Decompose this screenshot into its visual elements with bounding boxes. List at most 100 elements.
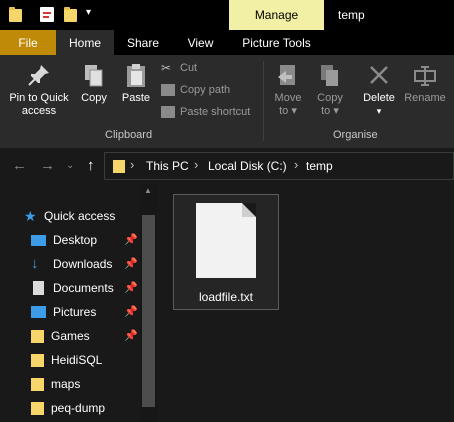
breadcrumb-chevron-icon[interactable]: › bbox=[194, 157, 198, 172]
nav-item-label: HeidiSQL bbox=[51, 353, 103, 367]
pin-icon[interactable]: 📌 bbox=[124, 281, 138, 294]
tab-home[interactable]: Home bbox=[56, 30, 114, 55]
delete-x-icon bbox=[367, 63, 391, 89]
paste-shortcut-label: Paste shortcut bbox=[180, 106, 251, 118]
rename-label: Rename bbox=[404, 92, 446, 104]
cut-button[interactable]: ✂ Cut bbox=[161, 62, 197, 74]
move-to-icon bbox=[276, 63, 300, 89]
folder-icon bbox=[31, 329, 44, 343]
folder-icon bbox=[31, 377, 44, 391]
move-to-label-2: to ▾ bbox=[279, 105, 297, 117]
copy-path-icon bbox=[161, 84, 175, 96]
breadcrumb-chevron-icon[interactable]: › bbox=[294, 157, 298, 172]
up-arrow-icon[interactable]: ↑ bbox=[87, 157, 95, 174]
copy-to-to: to bbox=[321, 105, 331, 117]
copy-icon bbox=[82, 63, 106, 89]
title-bar: ▾ Manage temp bbox=[0, 0, 454, 30]
nav-item-pictures[interactable]: Pictures bbox=[31, 302, 96, 322]
copy-to-button[interactable]: Copy to ▾ bbox=[312, 63, 348, 118]
breadcrumb-this-pc[interactable]: This PC bbox=[146, 159, 189, 173]
scroll-up-arrow-icon[interactable]: ▲ bbox=[144, 186, 152, 195]
address-folder-icon bbox=[113, 160, 125, 173]
nav-item-heidisql[interactable]: HeidiSQL bbox=[31, 350, 102, 370]
organise-group-label: Organise bbox=[333, 129, 378, 141]
nav-item-label: Documents bbox=[53, 281, 114, 295]
nav-item-label: Quick access bbox=[44, 209, 116, 223]
scrollbar-thumb[interactable] bbox=[142, 215, 155, 407]
nav-item-documents[interactable]: Documents bbox=[31, 278, 114, 298]
nav-item-label: peq-dump bbox=[51, 401, 106, 415]
paste-shortcut-icon bbox=[161, 106, 175, 118]
pin-label-line1: Pin to Quick bbox=[9, 92, 69, 104]
tab-picture-tools[interactable]: Picture Tools bbox=[229, 30, 324, 55]
scissors-icon: ✂ bbox=[161, 61, 172, 75]
properties-icon[interactable] bbox=[40, 7, 54, 22]
copy-path-button[interactable]: Copy path bbox=[161, 84, 230, 96]
nav-item-label: Desktop bbox=[53, 233, 98, 247]
tab-share[interactable]: Share bbox=[114, 30, 172, 55]
documents-icon bbox=[33, 281, 44, 295]
nav-item-desktop[interactable]: Desktop bbox=[31, 230, 97, 250]
rename-icon bbox=[413, 63, 437, 89]
file-name-label: loadfile.txt bbox=[198, 290, 254, 304]
back-arrow-icon[interactable]: ← bbox=[12, 157, 27, 174]
delete-label: Delete bbox=[363, 92, 395, 104]
move-to-to: to bbox=[279, 105, 289, 117]
folder-icon bbox=[31, 353, 44, 367]
nav-item-label: Games bbox=[51, 329, 90, 343]
copy-to-icon bbox=[318, 63, 342, 89]
pin-icon[interactable]: 📌 bbox=[124, 329, 138, 342]
pin-icon bbox=[27, 63, 51, 89]
delete-dropdown-icon[interactable]: ▾ bbox=[377, 105, 382, 118]
pin-icon[interactable]: 📌 bbox=[124, 305, 138, 318]
star-icon: ★ bbox=[24, 208, 37, 224]
copy-path-label: Copy path bbox=[180, 84, 231, 96]
forward-arrow-icon[interactable]: → bbox=[40, 157, 55, 174]
ribbon-tabs: File Home Share View Picture Tools bbox=[0, 30, 454, 55]
nav-item-downloads[interactable]: ↓ Downloads bbox=[31, 254, 112, 274]
pin-icon[interactable]: 📌 bbox=[124, 233, 138, 246]
text-document-icon bbox=[196, 203, 256, 278]
window-title: temp bbox=[338, 8, 365, 22]
nav-item-label: maps bbox=[51, 377, 81, 391]
recent-locations-chevron-icon[interactable]: ⌄ bbox=[66, 160, 74, 171]
tab-view[interactable]: View bbox=[172, 30, 229, 55]
paste-shortcut-button[interactable]: Paste shortcut bbox=[161, 106, 250, 118]
manage-contextual-tab[interactable]: Manage bbox=[229, 0, 324, 30]
move-to-label: Move bbox=[274, 92, 302, 104]
quick-access-toolbar-dropdown-icon[interactable]: ▾ bbox=[86, 7, 91, 18]
ribbon: Pin to Quick access Copy Paste ✂ Cut Cop… bbox=[0, 55, 454, 148]
paste-label: Paste bbox=[121, 92, 151, 104]
copy-to-label: Copy bbox=[317, 92, 343, 104]
pin-label-line2: access bbox=[21, 105, 57, 117]
breadcrumb-chevron-icon[interactable]: › bbox=[130, 157, 134, 172]
ribbon-group-divider bbox=[263, 61, 264, 141]
document-fold bbox=[242, 203, 256, 217]
address-row: ← → ⌄ ↑ › This PC › Local Disk (C:) › te… bbox=[0, 148, 454, 184]
tab-file[interactable]: File bbox=[0, 30, 56, 55]
breadcrumb-local-disk[interactable]: Local Disk (C:) bbox=[208, 159, 287, 173]
paste-button[interactable]: Paste bbox=[118, 63, 154, 105]
new-folder-icon[interactable] bbox=[64, 7, 77, 22]
folder-icon bbox=[31, 401, 44, 415]
cut-label: Cut bbox=[180, 62, 198, 74]
nav-item-games[interactable]: Games bbox=[31, 326, 90, 346]
pin-icon[interactable]: 📌 bbox=[124, 257, 138, 270]
rename-button[interactable]: Rename bbox=[403, 63, 447, 105]
copy-label: Copy bbox=[81, 92, 107, 104]
clipboard-group-label: Clipboard bbox=[105, 129, 153, 141]
folder-icon[interactable] bbox=[9, 7, 22, 22]
breadcrumb-temp[interactable]: temp bbox=[306, 159, 333, 173]
nav-item-quick-access[interactable]: ★ Quick access bbox=[24, 206, 115, 226]
nav-item-peq-dump[interactable]: peq-dump bbox=[31, 398, 105, 418]
download-icon: ↓ bbox=[31, 255, 39, 272]
copy-to-label-2: to ▾ bbox=[321, 105, 339, 117]
desktop-icon bbox=[31, 235, 46, 246]
nav-item-label: Downloads bbox=[53, 257, 113, 271]
pin-to-quick-access-button[interactable]: Pin to Quick access bbox=[4, 63, 74, 118]
address-bar[interactable]: › This PC › Local Disk (C:) › temp bbox=[104, 152, 454, 180]
move-to-button[interactable]: Move to ▾ bbox=[270, 63, 306, 118]
copy-button[interactable]: Copy bbox=[78, 63, 110, 105]
nav-item-maps[interactable]: maps bbox=[31, 374, 80, 394]
delete-button[interactable]: Delete ▾ bbox=[359, 63, 399, 118]
